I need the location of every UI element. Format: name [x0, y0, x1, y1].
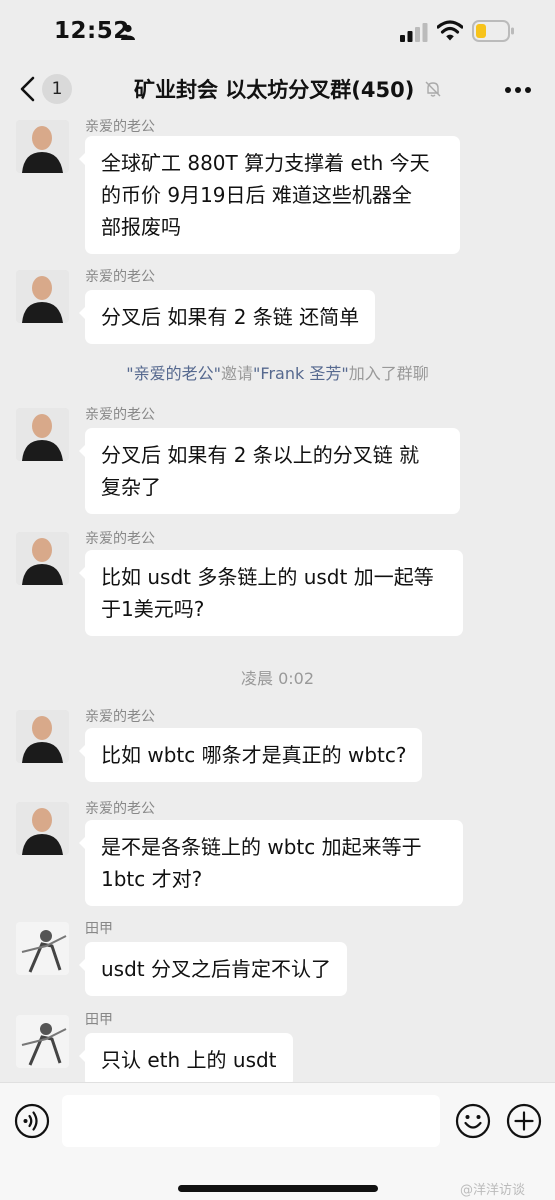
message-bubble[interactable]: 分叉后 如果有 2 条以上的分叉链 就 复杂了 [79, 428, 460, 514]
system-notice: "亲爱的老公"邀请"Frank 圣芳"加入了群聊 [0, 360, 555, 384]
sender-name: 亲爱的老公 [85, 119, 155, 135]
message-text: 1btc 才对? [101, 867, 203, 891]
emoji-icon[interactable] [455, 1103, 491, 1139]
status-time: 12:52 [54, 18, 130, 44]
avatar[interactable] [16, 802, 69, 855]
message-text: 部报废吗 [101, 215, 181, 239]
message-bubble[interactable]: usdt 分叉之后肯定不认了 [79, 942, 347, 996]
avatar[interactable] [16, 120, 69, 173]
sender-name: 田甲 [85, 1012, 113, 1028]
sender-name: 亲爱的老公 [85, 407, 155, 423]
message-text: 全球矿工 880T 算力支撑着 eth 今天 [101, 151, 430, 175]
sender-name: 亲爱的老公 [85, 709, 155, 725]
wifi-icon [437, 20, 463, 41]
avatar[interactable] [16, 1015, 69, 1068]
avatar[interactable] [16, 270, 69, 323]
plus-circle-icon[interactable] [506, 1103, 542, 1139]
chat-header: 1 矿业封会 以太坊分叉群(450) [0, 62, 555, 116]
message-bubble[interactable]: 比如 usdt 多条链上的 usdt 加一起等 于1美元吗? [79, 550, 463, 636]
chevron-left-icon[interactable] [18, 76, 36, 102]
message-text: 比如 wbtc 哪条才是真正的 wbtc? [101, 743, 407, 767]
sender-name: 亲爱的老公 [85, 269, 155, 285]
message-text: 是不是各条链上的 wbtc 加起来等于 [101, 835, 422, 859]
sender-name: 亲爱的老公 [85, 531, 155, 547]
more-dots-icon[interactable] [504, 86, 532, 94]
message-input[interactable] [62, 1095, 440, 1147]
message-text: 分叉后 如果有 2 条以上的分叉链 就 [101, 443, 420, 467]
message-text: 复杂了 [101, 475, 161, 499]
battery-icon [472, 20, 514, 42]
avatar[interactable] [16, 922, 69, 975]
signal-icon [400, 23, 428, 42]
status-bar: 12:52 [0, 0, 555, 62]
message-bubble[interactable]: 是不是各条链上的 wbtc 加起来等于 1btc 才对? [79, 820, 463, 906]
person-icon [121, 24, 135, 40]
avatar[interactable] [16, 408, 69, 461]
message-text: 比如 usdt 多条链上的 usdt 加一起等 [101, 565, 434, 589]
message-text: usdt 分叉之后肯定不认了 [101, 957, 331, 981]
message-text: 只认 eth 上的 usdt [101, 1048, 277, 1072]
time-divider: 凌晨 0:02 [240, 669, 315, 688]
chat-title[interactable]: 矿业封会 以太坊分叉群(450) [134, 74, 414, 104]
avatar[interactable] [16, 710, 69, 763]
join-suffix: 加入了群聊 [348, 364, 429, 383]
home-indicator[interactable] [178, 1185, 378, 1192]
invitee-name[interactable]: "Frank 圣芳" [253, 364, 349, 383]
message-text: 于1美元吗? [101, 597, 205, 621]
message-bubble[interactable]: 比如 wbtc 哪条才是真正的 wbtc? [78, 728, 423, 782]
message-text: 分叉后 如果有 2 条链 还简单 [101, 305, 360, 329]
voice-icon[interactable] [14, 1103, 50, 1139]
message-text: 的币价 9月19日后 难道这些机器全 [101, 183, 412, 207]
avatar[interactable] [16, 532, 69, 585]
inviter-name[interactable]: "亲爱的老公" [126, 364, 221, 383]
input-bar: @洋洋访谈 [0, 1082, 555, 1200]
message-bubble[interactable]: 只认 eth 上的 usdt [79, 1033, 293, 1087]
invite-word: 邀请 [221, 364, 254, 383]
sender-name: 田甲 [85, 921, 113, 937]
watermark: @洋洋访谈 [460, 1183, 526, 1198]
message-bubble[interactable]: 分叉后 如果有 2 条链 还简单 [78, 290, 376, 344]
message-bubble[interactable]: 全球矿工 880T 算力支撑着 eth 今天 的币价 9月19日后 难道这些机器… [79, 136, 460, 254]
bell-off-icon [425, 81, 441, 97]
unread-badge[interactable]: 1 [42, 74, 72, 104]
sender-name: 亲爱的老公 [85, 801, 155, 817]
